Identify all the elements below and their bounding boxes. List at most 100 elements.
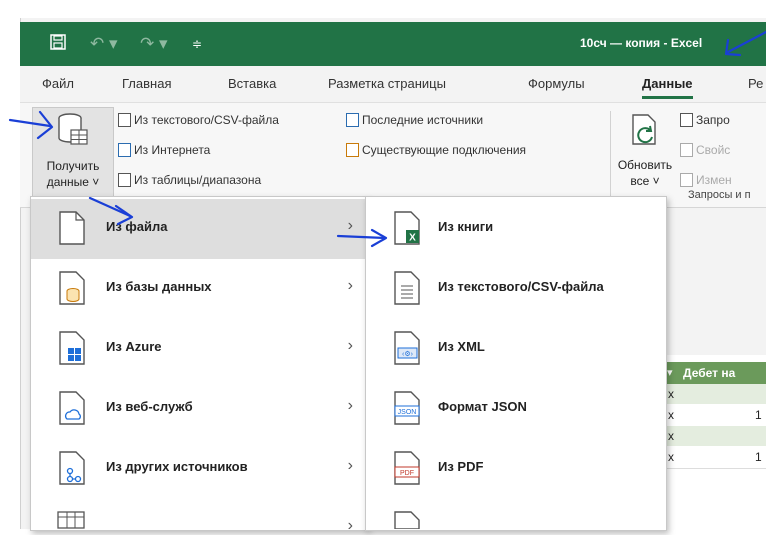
tab-file[interactable]: Файл [42, 76, 74, 91]
cell-right: 1 [755, 408, 762, 422]
table-row[interactable]: x 1 [665, 404, 766, 427]
menu-item-from-database[interactable]: Из базы данных › [31, 259, 367, 319]
menu-item-from-other-sources[interactable]: Из других источников › [31, 439, 367, 499]
from-text-csv-label: Из текстового/CSV-файла [134, 113, 279, 127]
chevron-right-icon: › [347, 457, 353, 474]
submenu-item-label: Из книги [438, 219, 494, 234]
table-row[interactable]: x [665, 384, 766, 404]
svg-text:‹⚙›: ‹⚙› [402, 350, 414, 358]
get-data-label-1: Получить [46, 159, 100, 173]
menu-item-from-file[interactable]: Из файла › [31, 199, 367, 259]
properties-button[interactable]: Свойс [680, 143, 730, 157]
properties-icon [680, 143, 693, 157]
submenu-item-from-text-csv[interactable]: Из текстового/CSV-файла [366, 259, 666, 319]
recent-sources-icon [346, 113, 359, 127]
tab-home[interactable]: Главная [122, 76, 171, 91]
svg-text:PDF: PDF [400, 470, 414, 477]
worksheet-grid: ▾ Дебет на x x 1 x x 1 [665, 355, 766, 529]
menu-item-from-web-services[interactable]: Из веб-служб › [31, 379, 367, 439]
pdf-icon: PDF [394, 451, 420, 485]
queries-icon [680, 113, 693, 127]
tab-review[interactable]: Ре [748, 76, 763, 91]
title-bar: ↶ ▾ ↷ ▾ ≑ 10сч — копия - Excel [20, 22, 766, 66]
svg-text:JSON: JSON [398, 409, 417, 416]
excel-workbook-icon: X [394, 211, 420, 245]
properties-label: Свойс [696, 143, 731, 157]
chevron-right-icon: › [347, 517, 353, 534]
ribbon-panel: Получить данные ˅ Из текстового/CSV-файл… [20, 102, 766, 208]
tab-page-layout[interactable]: Разметка страницы [328, 76, 446, 91]
column-header-label: Дебет на [683, 366, 736, 380]
refresh-all-label-1: Обновить [617, 158, 673, 172]
from-text-csv-button[interactable]: Из текстового/CSV-файла [118, 113, 279, 127]
text-file-icon [394, 271, 420, 305]
menu-item-label: Из файла [106, 219, 168, 234]
submenu-item-from-xml[interactable]: ‹⚙› Из XML [366, 319, 666, 379]
redo-icon[interactable]: ↷ ▾ [140, 34, 168, 54]
ribbon-tabs: Файл Главная Вставка Разметка страницы Ф… [20, 66, 766, 102]
chevron-right-icon: › [347, 217, 353, 234]
submenu-item-partial[interactable] [366, 499, 666, 529]
get-data-menu: Из файла › Из базы данных › Из Azure › И… [30, 196, 368, 534]
json-icon: JSON [394, 391, 420, 425]
submenu-item-label: Из XML [438, 339, 485, 354]
ribbon-separator [610, 111, 611, 199]
window-title: 10сч — копия - Excel [580, 36, 703, 50]
svg-text:X: X [409, 233, 416, 244]
submenu-item-from-pdf[interactable]: PDF Из PDF [366, 439, 666, 499]
save-icon[interactable] [50, 34, 66, 55]
submenu-item-from-workbook[interactable]: X Из книги [366, 199, 666, 259]
table-icon [118, 173, 131, 187]
refresh-all-label-2: все ˅ [630, 174, 660, 188]
menu-item-from-azure[interactable]: Из Azure › [31, 319, 367, 379]
other-sources-icon [59, 451, 85, 485]
column-header-cell[interactable]: ▾ Дебет на [665, 362, 766, 384]
menu-item-label: Из базы данных [106, 279, 212, 294]
text-file-icon [118, 113, 131, 127]
queries-group-label: Запросы и п [688, 189, 751, 201]
cell-left: x [668, 408, 674, 422]
edit-links-label: Измен [696, 173, 732, 187]
web-service-icon [59, 391, 85, 425]
undo-icon[interactable]: ↶ ▾ [90, 34, 118, 54]
cell-right: 1 [755, 450, 762, 464]
cell-left: x [668, 387, 674, 401]
tab-formulas[interactable]: Формулы [528, 76, 585, 91]
existing-connections-button[interactable]: Существующие подключения [346, 143, 526, 157]
database-icon [59, 271, 85, 305]
recent-sources-label: Последние источники [362, 113, 484, 127]
chevron-right-icon: › [347, 337, 353, 354]
from-table-button[interactable]: Из таблицы/диапазона [118, 173, 261, 187]
submenu-item-json[interactable]: JSON Формат JSON [366, 379, 666, 439]
connections-icon [346, 143, 359, 157]
refresh-all-button[interactable]: Обновить все ˅ [616, 107, 674, 199]
recent-sources-button[interactable]: Последние источники [346, 113, 483, 127]
tab-data[interactable]: Данные [642, 76, 693, 99]
edit-links-icon [680, 173, 693, 187]
submenu-item-label: Из PDF [438, 459, 484, 474]
from-table-label: Из таблицы/диапазона [134, 173, 262, 187]
tab-insert[interactable]: Вставка [228, 76, 276, 91]
table-row[interactable]: x 1 [665, 446, 766, 469]
submenu-item-label: Формат JSON [438, 399, 527, 414]
existing-connections-label: Существующие подключения [362, 143, 527, 157]
table-row[interactable]: x [665, 426, 766, 446]
from-web-label: Из Интернета [134, 143, 211, 157]
menu-item-partial[interactable]: › [31, 499, 367, 534]
web-icon [118, 143, 131, 157]
get-data-label-2: данные ˅ [46, 175, 100, 189]
from-web-button[interactable]: Из Интернета [118, 143, 210, 157]
menu-item-label: Из других источников [106, 459, 248, 474]
folder-file-icon [394, 511, 420, 529]
submenu-item-label: Из текстового/CSV-файла [438, 279, 604, 294]
chevron-right-icon: › [347, 277, 353, 294]
customize-toolbar-icon[interactable]: ≑ [192, 34, 202, 54]
queries-button[interactable]: Запро [680, 113, 730, 127]
table-icon [57, 511, 85, 529]
edit-links-button[interactable]: Измен [680, 173, 732, 187]
menu-item-label: Из Azure [106, 339, 162, 354]
database-table-icon [58, 113, 88, 145]
queries-label: Запро [696, 113, 730, 127]
get-data-button[interactable]: Получить данные ˅ [32, 107, 114, 201]
from-file-submenu: X Из книги Из текстового/CSV-файла ‹⚙› И… [365, 196, 667, 531]
